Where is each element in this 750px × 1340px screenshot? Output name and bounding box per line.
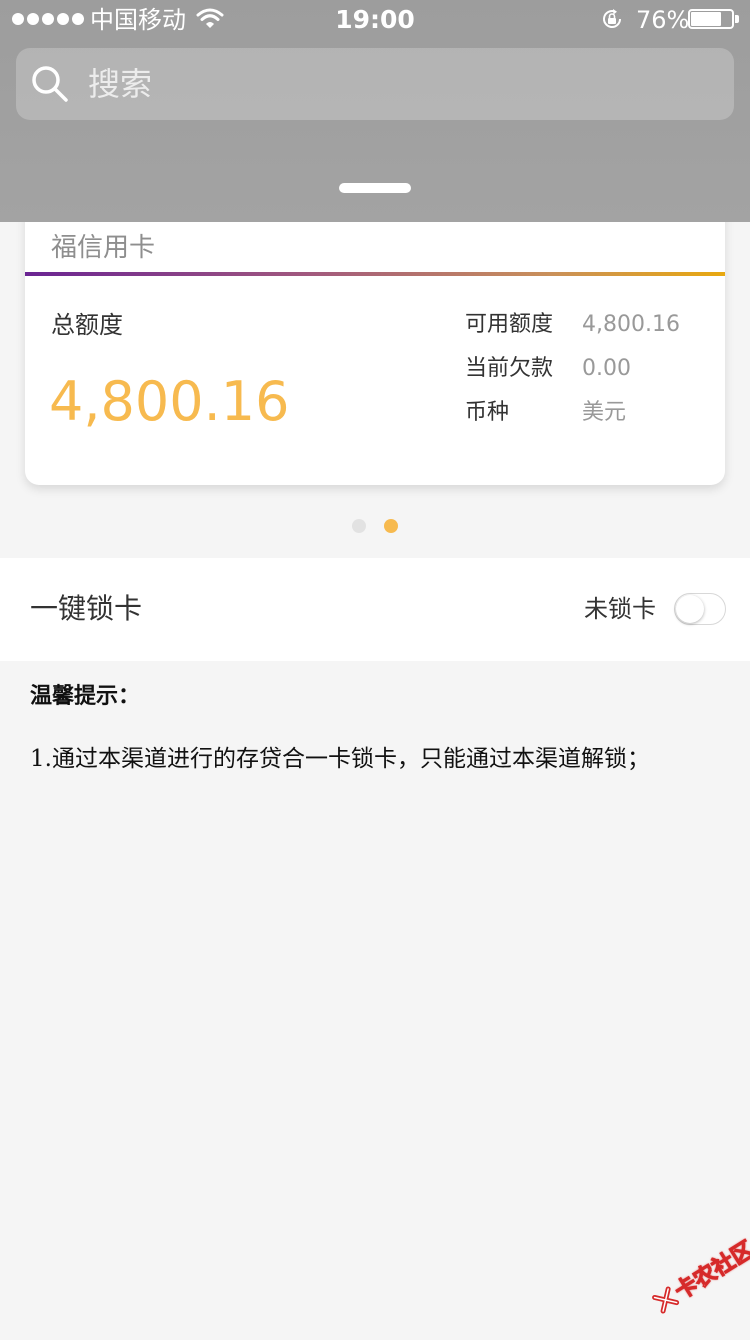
watermark-logo: 卡农社区: [628, 1220, 750, 1340]
battery-percent: 76%: [636, 6, 690, 34]
tips-title: 温馨提示：: [30, 684, 141, 709]
rotation-lock-icon: [603, 9, 621, 28]
lock-card-row: 一键锁卡 未锁卡: [0, 558, 750, 661]
search-input[interactable]: [88, 48, 708, 120]
credit-card-panel[interactable]: 福信用卡 总额度 4,800.16 可用额度 4,800.16 当前欠款 0.0…: [25, 200, 725, 485]
available-limit-value: 4,800.16: [582, 312, 680, 337]
battery-icon: [688, 9, 742, 31]
card-name: 福信用卡: [51, 233, 156, 263]
tips-line-1: 1.通过本渠道进行的存贷合一卡锁卡，只能通过本渠道解锁；: [30, 746, 650, 772]
status-bar: 中国移动 19:00 76%: [0, 0, 750, 40]
lock-card-title: 一键锁卡: [30, 592, 143, 625]
current-balance-value: 0.00: [582, 356, 631, 381]
page-dot-2[interactable]: [384, 519, 398, 533]
card-divider: [25, 272, 725, 276]
search-icon: [32, 66, 68, 102]
top-overlay: 中国移动 19:00 76%: [0, 0, 750, 222]
drag-handle[interactable]: [339, 183, 411, 193]
search-bar[interactable]: [16, 48, 734, 120]
total-limit-label: 总额度: [51, 311, 123, 339]
toggle-knob: [676, 595, 704, 623]
lock-status-text: 未锁卡: [584, 595, 656, 623]
currency-label: 币种: [465, 400, 510, 425]
watermark-text: 卡农社区: [670, 1237, 750, 1306]
lock-card-toggle[interactable]: [674, 593, 726, 625]
page-indicator: [352, 519, 398, 533]
currency-value: 美元: [582, 400, 627, 425]
current-balance-label: 当前欠款: [465, 356, 554, 381]
available-limit-label: 可用额度: [465, 312, 554, 337]
total-limit-value: 4,800.16: [49, 370, 290, 433]
page-dot-1[interactable]: [352, 519, 366, 533]
